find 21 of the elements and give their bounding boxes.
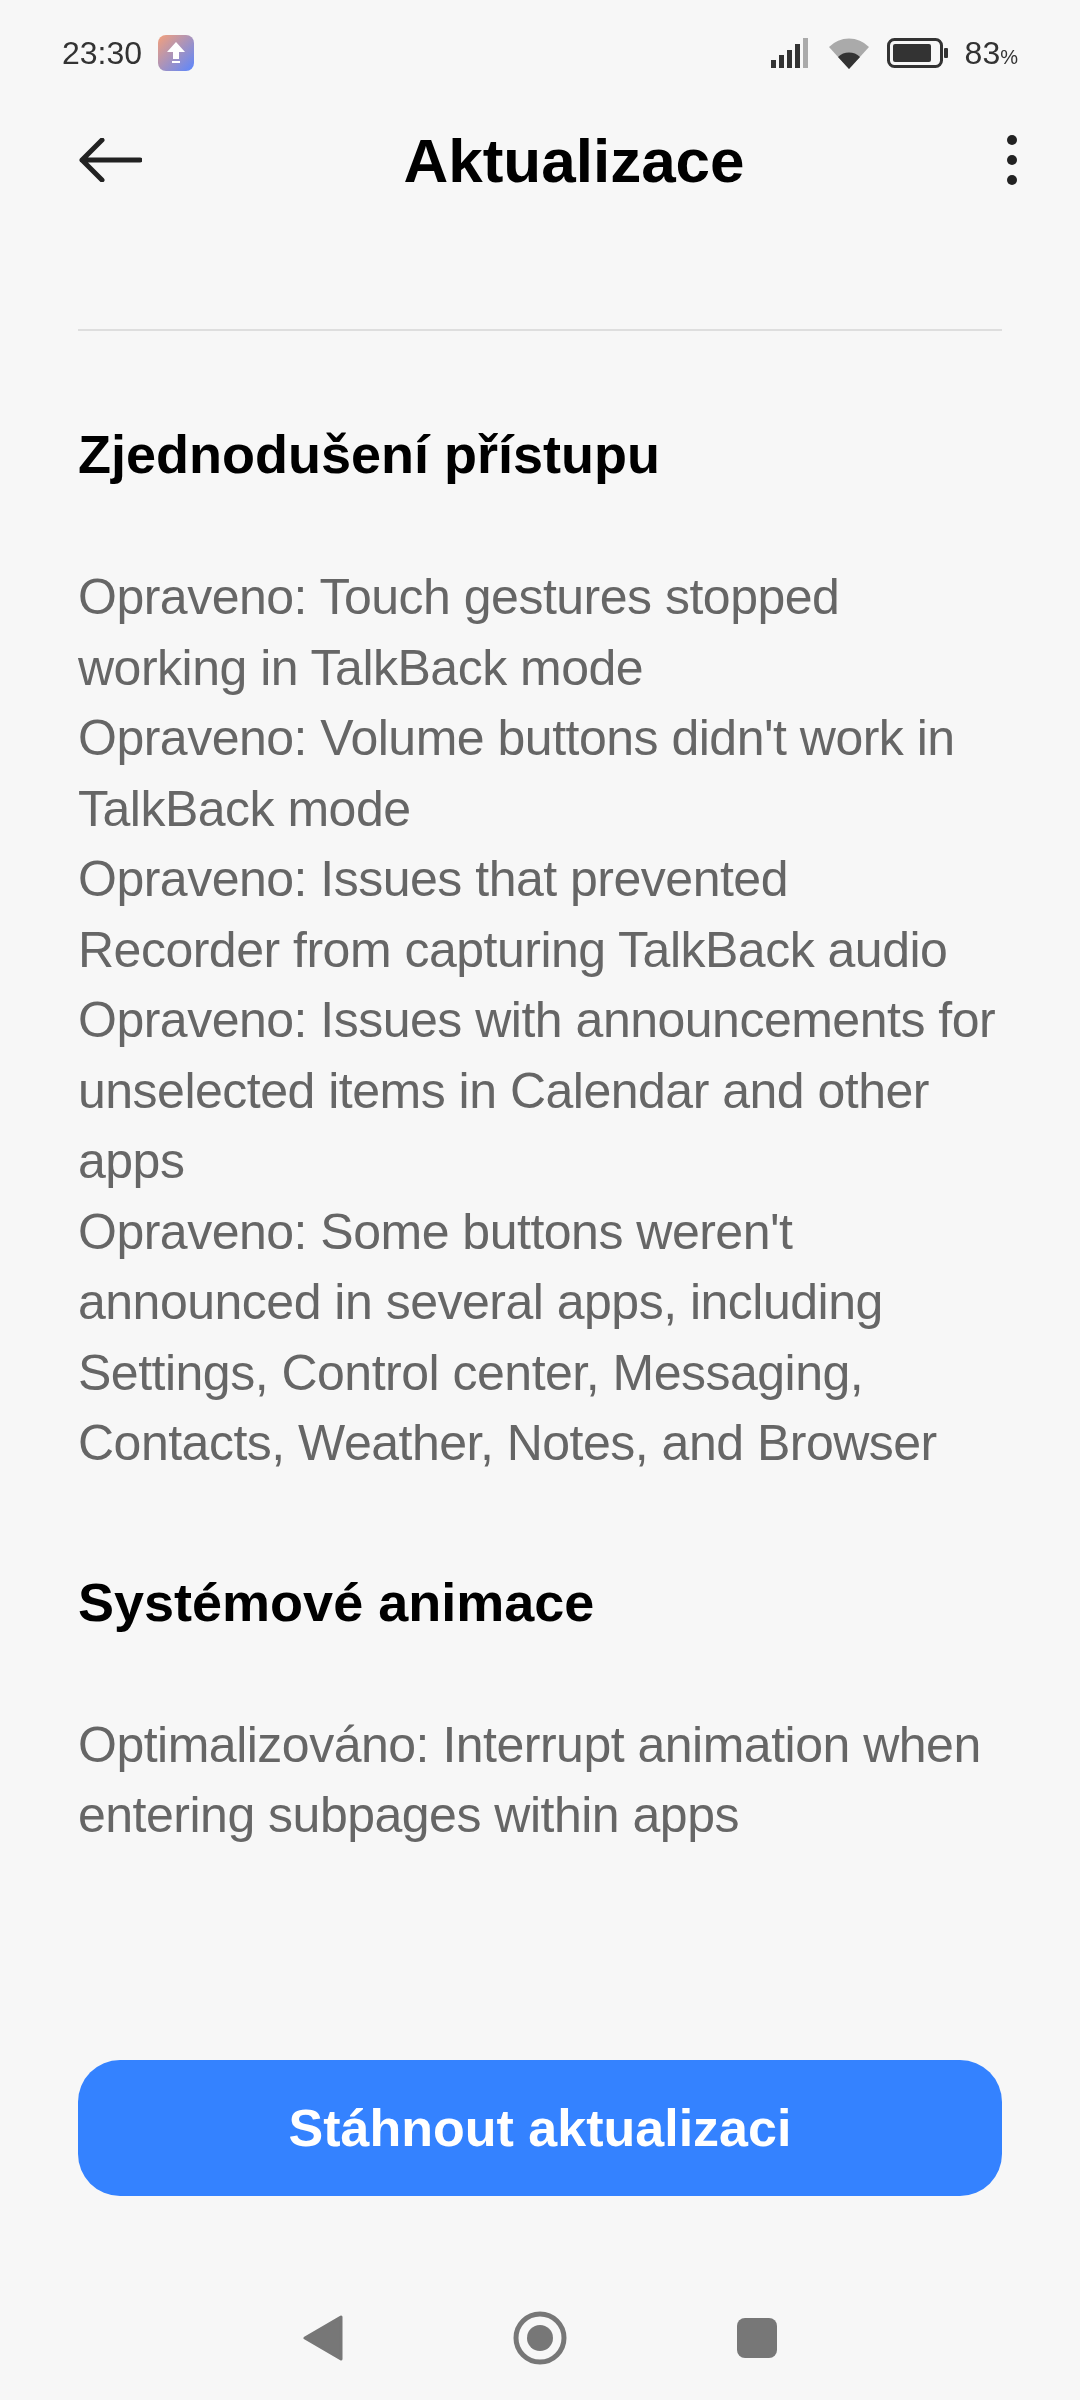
back-arrow-icon[interactable]	[78, 138, 142, 182]
changelog-entry: Opraveno: Some buttons weren't announced in several apps, including Settings, Control center, Messaging, Contacts, Weather, Notes, and Browser	[78, 1202, 938, 1473]
changelog-entry: Opraveno: Touch gestures stopped working in TalkBack mode	[78, 568, 841, 698]
app-update-icon	[158, 34, 195, 71]
battery-percent: 83%	[964, 33, 1018, 73]
changelog-entry: Optimalizováno: Interrupt animation when entering subpages within apps	[78, 1715, 982, 1845]
page-title: Aktualizace	[403, 124, 745, 197]
section-heading: Zjednodušení přístupu	[78, 423, 661, 486]
nav-back-icon[interactable]	[303, 2314, 343, 2361]
wifi-icon	[826, 36, 871, 69]
battery-icon	[886, 37, 949, 68]
nav-home-icon[interactable]	[513, 2310, 567, 2365]
signal-icon	[770, 37, 811, 68]
changelog-entry: Opraveno: Issues with announcements for unselected items in Calendar and other apps	[78, 991, 997, 1191]
status-time: 23:30	[62, 33, 143, 73]
section-heading: Systémové animace	[78, 1570, 596, 1634]
download-update-button[interactable]: Stáhnout aktualizaci	[78, 2060, 1002, 2196]
changelog-entry: Opraveno: Issues that prevented Recorder from capturing TalkBack audio	[78, 850, 949, 980]
more-options-icon[interactable]	[1006, 134, 1018, 186]
changelog-entry: Opraveno: Volume buttons didn't work in TalkBack mode	[78, 709, 956, 839]
nav-recents-icon[interactable]	[737, 2317, 777, 2358]
